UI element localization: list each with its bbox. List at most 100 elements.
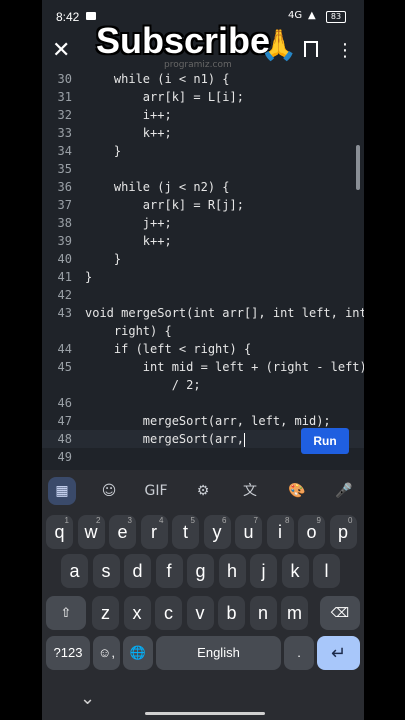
code-text: mergeSort(arr, left, mid); (85, 414, 331, 428)
code-line: 30 while (i < n1) { (42, 70, 230, 88)
line-number: 45 (57, 360, 72, 374)
code-text: k++; (85, 234, 172, 248)
line-number: 34 (57, 144, 72, 158)
line-number: 42 (57, 288, 72, 302)
key-x[interactable]: x (123, 596, 151, 630)
code-line: / 2; (42, 376, 201, 394)
code-line: 35 (42, 160, 72, 178)
line-number: 33 (57, 126, 72, 140)
key-r[interactable]: r4 (140, 515, 168, 549)
code-line: 49 (42, 448, 72, 466)
key-f[interactable]: f (155, 554, 183, 588)
apps-icon[interactable]: ▦ (48, 477, 76, 505)
key-hint: 9 (316, 516, 321, 525)
key-p[interactable]: p0 (329, 515, 357, 549)
period-key[interactable]: . (284, 636, 314, 670)
hide-keyboard-icon[interactable]: ⌄ (80, 688, 95, 709)
site-title: programiz.com (164, 60, 232, 70)
close-icon[interactable]: ✕ (52, 38, 70, 63)
praying-hands-icon: 🙏 (260, 28, 298, 63)
enter-key[interactable]: ↵ (317, 636, 360, 670)
key-c[interactable]: c (155, 596, 182, 630)
code-editor[interactable]: 30 while (i < n1) {31 arr[k] = L[i]; 32 i… (42, 70, 364, 470)
code-line: 39 k++; (42, 232, 172, 250)
code-line: 43 void mergeSort(int arr[], int left, in… (42, 304, 364, 322)
code-text: int mid = left + (right - left) (85, 360, 364, 374)
key-hint: 3 (127, 516, 132, 525)
code-line: 44 if (left < right) { (42, 340, 252, 358)
microphone-icon[interactable]: 🎤 (330, 477, 358, 505)
key-l[interactable]: l (313, 554, 340, 588)
key-w[interactable]: w2 (77, 515, 105, 549)
line-number: 48 (57, 432, 72, 446)
run-button[interactable]: Run (301, 428, 349, 454)
theme-icon[interactable]: 🎨 (283, 477, 311, 505)
network-label: 4G (288, 10, 303, 21)
line-number: 44 (57, 342, 72, 356)
key-hint: 6 (222, 516, 227, 525)
key-t[interactable]: t5 (172, 515, 199, 549)
code-text: i++; (85, 108, 172, 122)
bookmark-icon[interactable] (304, 41, 318, 57)
key-n[interactable]: n (249, 596, 277, 630)
more-options-icon[interactable]: ⋮ (336, 40, 354, 61)
nav-bar: ⌄ (42, 682, 364, 720)
key-o[interactable]: o9 (298, 515, 325, 549)
code-text: / 2; (85, 378, 201, 392)
key-hint: 2 (96, 516, 101, 525)
gif-icon[interactable]: GIF (142, 477, 170, 505)
key-h[interactable]: h (218, 554, 246, 588)
settings-icon[interactable]: ⚙ (189, 477, 217, 505)
line-number: 49 (57, 450, 72, 464)
key-hint: 1 (64, 516, 69, 525)
code-text: void mergeSort(int arr[], int left, int (85, 306, 364, 320)
code-line: 34 } (42, 142, 122, 160)
key-z[interactable]: z (92, 596, 119, 630)
text-cursor (243, 432, 245, 447)
key-s[interactable]: s (92, 554, 120, 588)
key-m[interactable]: m (281, 596, 308, 630)
signal-icon: ▲ (308, 10, 316, 21)
key-v[interactable]: v (186, 596, 214, 630)
code-text: while (j < n2) { (85, 180, 230, 194)
key-g[interactable]: g (187, 554, 214, 588)
shift-key[interactable]: ⇧ (46, 596, 86, 630)
sticker-icon[interactable]: ☺ (95, 477, 123, 505)
line-number: 37 (57, 198, 72, 212)
translate-icon[interactable]: 文 (236, 477, 264, 505)
symbols-key[interactable]: ?123 (46, 636, 90, 670)
code-line: 41} (42, 268, 93, 286)
backspace-key[interactable]: ⌫ (320, 596, 360, 630)
key-u[interactable]: u7 (235, 515, 262, 549)
key-i[interactable]: i8 (266, 515, 294, 549)
key-q[interactable]: q1 (46, 515, 73, 549)
app-bar: ✕ Subscribe 🙏 programiz.com ⋮ (42, 20, 364, 72)
key-a[interactable]: a (61, 554, 88, 588)
key-d[interactable]: d (124, 554, 151, 588)
language-key[interactable]: 🌐 (123, 636, 153, 670)
line-number: 39 (57, 234, 72, 248)
code-text: while (i < n1) { (85, 72, 230, 86)
comma-emoji-key[interactable]: ☺, (93, 636, 120, 670)
phone-screen: 8:42 4G ▲ 83 ✕ Subscribe 🙏 programiz.com… (42, 0, 364, 720)
line-number: 31 (57, 90, 72, 104)
code-text: } (85, 144, 122, 158)
code-line: 40 } (42, 250, 122, 268)
editor-scrollbar[interactable] (356, 145, 360, 190)
code-text: } (85, 252, 122, 266)
code-text: arr[k] = R[j]; (85, 198, 244, 212)
battery-icon: 83 (326, 11, 346, 23)
code-line: 47 mergeSort(arr, left, mid); (42, 412, 331, 430)
code-text: right) { (85, 324, 172, 338)
key-j[interactable]: j (250, 554, 277, 588)
key-b[interactable]: b (218, 596, 245, 630)
key-k[interactable]: k (281, 554, 309, 588)
key-e[interactable]: e3 (109, 515, 136, 549)
code-line: 31 arr[k] = L[i]; (42, 88, 244, 106)
code-line: 46 (42, 394, 72, 412)
home-indicator[interactable] (145, 712, 265, 715)
space-key[interactable]: English (156, 636, 281, 670)
key-y[interactable]: y6 (203, 515, 231, 549)
line-number: 36 (57, 180, 72, 194)
code-text: } (85, 270, 93, 284)
